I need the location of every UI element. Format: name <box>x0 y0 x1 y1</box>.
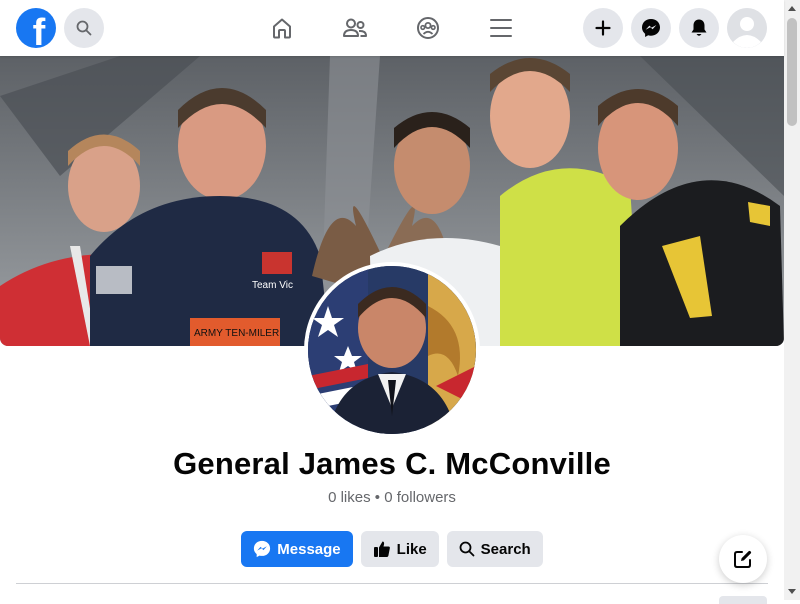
bell-icon <box>691 19 707 36</box>
friends-icon <box>343 18 367 37</box>
new-message-button[interactable] <box>719 535 767 583</box>
account-button[interactable] <box>727 8 767 48</box>
profile-picture[interactable] <box>304 262 480 438</box>
stats-separator: • <box>374 489 381 506</box>
like-button[interactable]: Like <box>360 531 439 567</box>
nav-home-tab[interactable] <box>266 12 298 44</box>
scrollbar-thumb[interactable] <box>787 18 797 126</box>
search-icon <box>76 20 92 36</box>
groups-icon <box>417 17 439 39</box>
search-page-button[interactable]: Search <box>446 531 543 567</box>
scroll-up-arrow-icon[interactable] <box>784 0 800 16</box>
followers-count[interactable]: 0 followers <box>384 489 456 506</box>
facebook-logo-letter: f <box>32 12 46 48</box>
top-navbar: f <box>0 0 784 56</box>
page-stats: 0 likes • 0 followers <box>0 489 784 506</box>
profile-photo <box>308 266 476 434</box>
search-icon <box>459 541 475 557</box>
search-button[interactable] <box>64 8 104 48</box>
vertical-scrollbar[interactable] <box>784 0 800 600</box>
nav-groups-tab[interactable] <box>412 12 444 44</box>
cover-bib-text: ARMY TEN-MILER <box>194 328 279 339</box>
more-options-button[interactable] <box>719 596 767 604</box>
message-button[interactable]: Message <box>241 531 353 567</box>
nav-menu-tab[interactable] <box>485 12 517 44</box>
nav-friends-tab[interactable] <box>339 12 371 44</box>
compose-icon <box>734 550 752 568</box>
notifications-button[interactable] <box>679 8 719 48</box>
search-button-label: Search <box>480 540 531 558</box>
profile-actions: Message Like Search <box>0 531 784 567</box>
messenger-icon <box>642 19 660 37</box>
message-button-label: Message <box>277 540 341 558</box>
thumbs-up-icon <box>373 541 390 557</box>
messenger-icon <box>254 540 271 558</box>
create-button[interactable] <box>583 8 623 48</box>
cover-banner-text: Team Vic <box>252 280 293 291</box>
like-button-label: Like <box>396 540 427 558</box>
menu-icon <box>490 19 512 37</box>
scroll-down-arrow-icon[interactable] <box>784 584 800 600</box>
home-icon <box>273 18 291 39</box>
likes-count[interactable]: 0 likes <box>328 489 371 506</box>
messenger-button[interactable] <box>631 8 671 48</box>
section-divider <box>16 583 768 584</box>
plus-icon <box>595 20 611 36</box>
page-title: General James C. McConville <box>173 446 611 481</box>
avatar-icon <box>727 8 767 48</box>
facebook-logo[interactable]: f <box>16 8 56 48</box>
